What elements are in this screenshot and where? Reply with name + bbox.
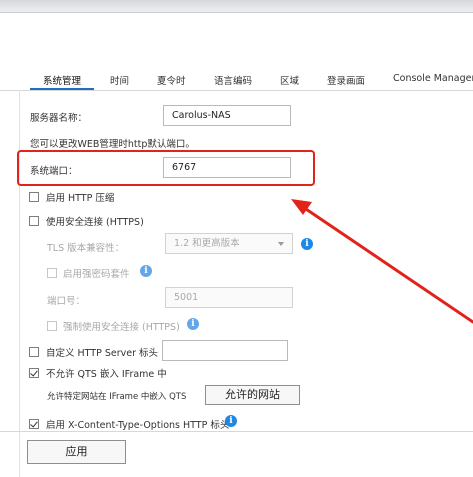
red-arrow xyxy=(291,199,473,324)
